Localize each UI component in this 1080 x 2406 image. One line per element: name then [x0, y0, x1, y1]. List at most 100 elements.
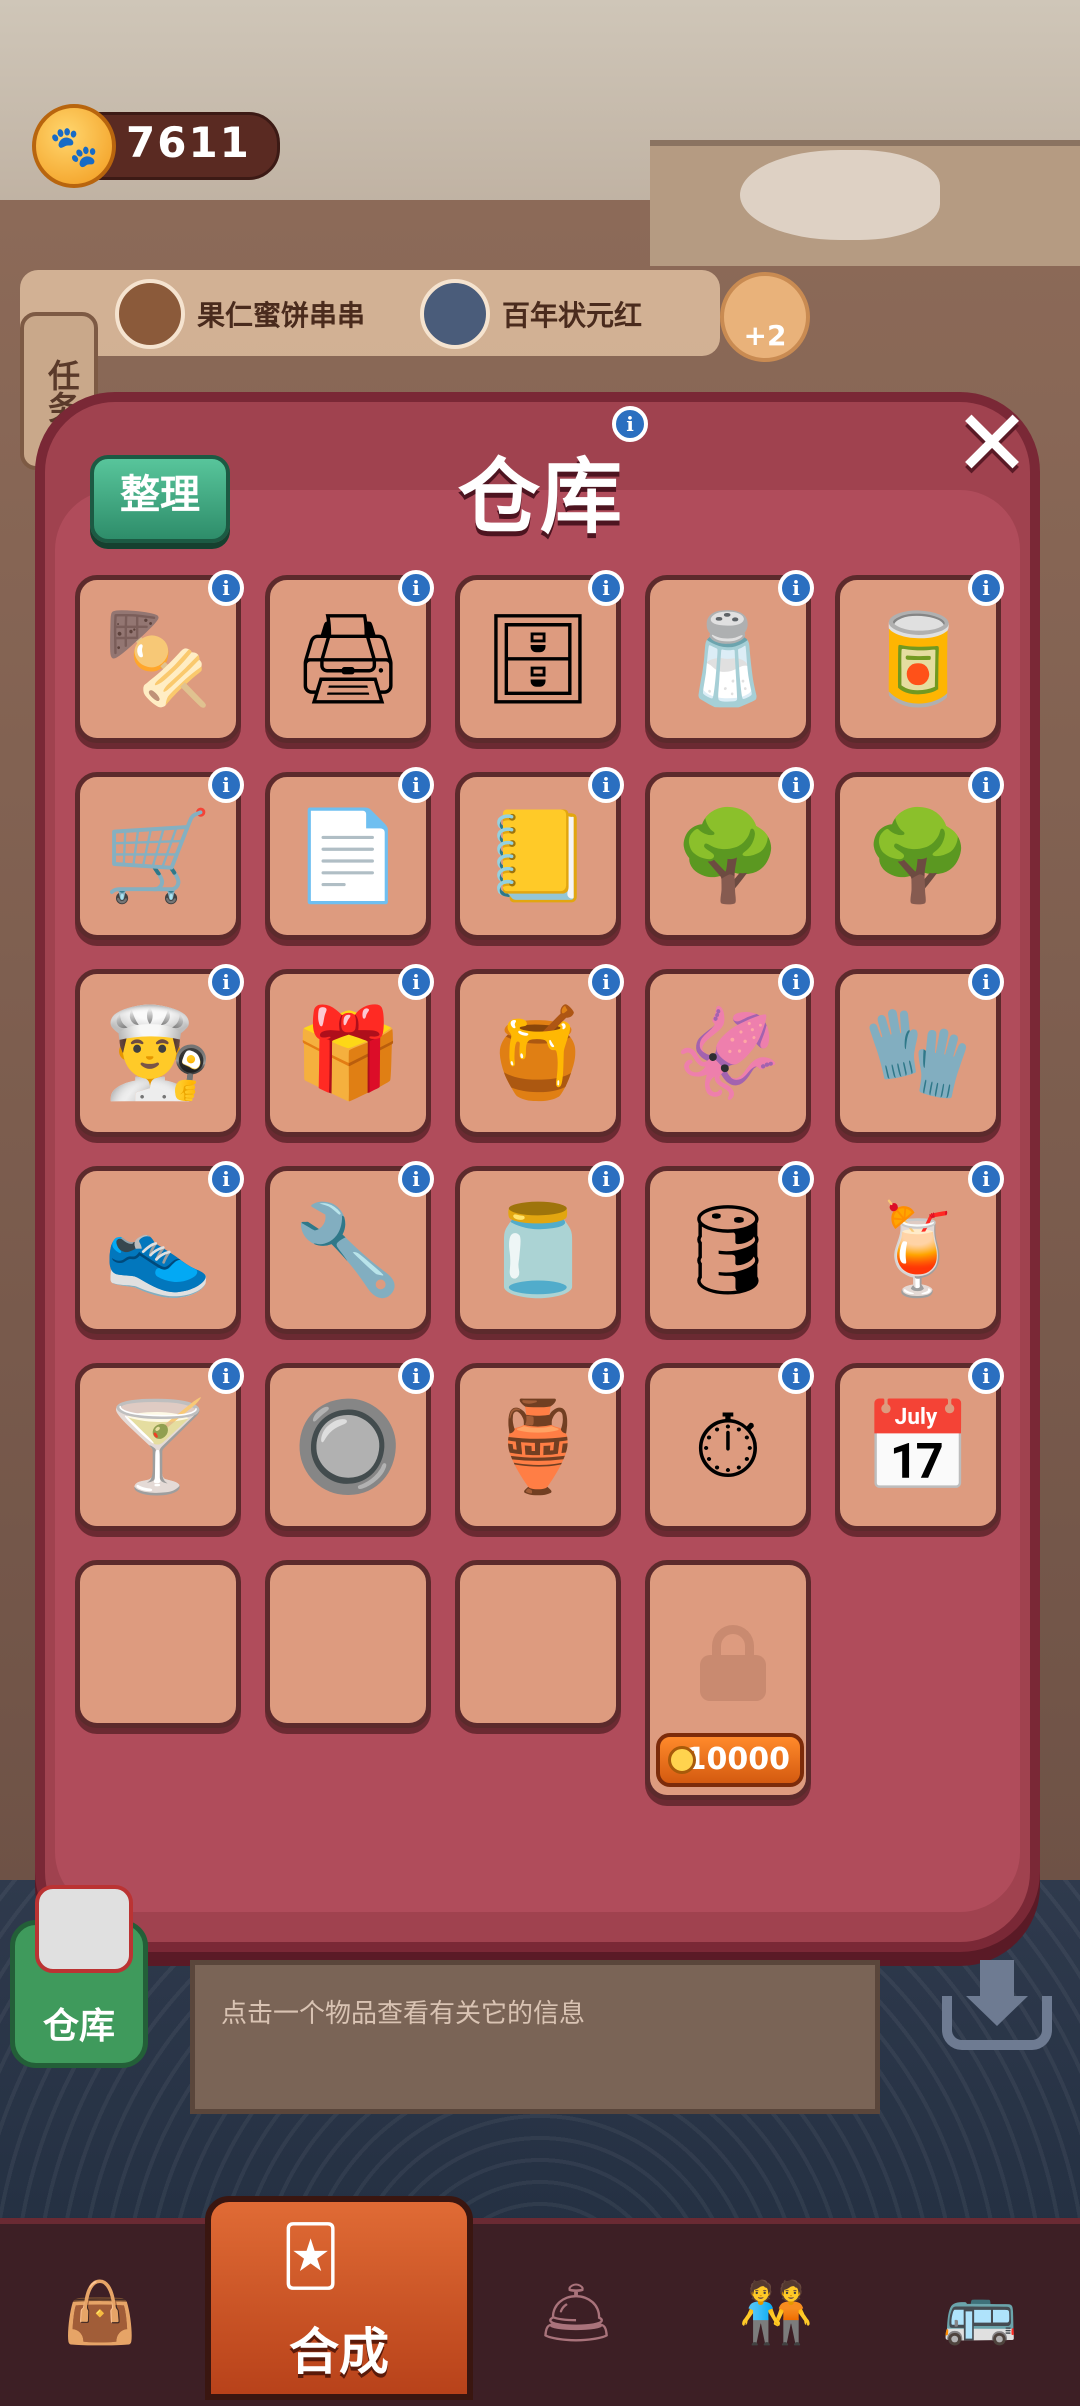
nav-service-bell[interactable]: 🛎	[476, 2232, 676, 2392]
inventory-slot[interactable]: 🖨 i	[265, 570, 434, 743]
inventory-slot[interactable]: 📅 i	[835, 1358, 1004, 1531]
empty-slot[interactable]	[265, 1560, 431, 1728]
inventory-slot[interactable]: ⏱ i	[645, 1358, 814, 1531]
inventory-slot[interactable]: 🏺 i	[455, 1358, 624, 1531]
inventory-slot[interactable]: 🍸 i	[75, 1358, 244, 1531]
inventory-slot[interactable]: 🧂 i	[645, 570, 814, 743]
info-icon[interactable]: i	[398, 1161, 434, 1197]
nav-bus[interactable]: 🚌	[880, 2232, 1080, 2392]
inventory-slot[interactable]: 🛒 i	[75, 767, 244, 940]
info-icon[interactable]: i	[778, 964, 814, 1000]
timer-clock-icon: ⏱	[693, 1394, 763, 1498]
nav-merge-label: 合成	[289, 2323, 389, 2381]
info-icon[interactable]: i	[208, 570, 244, 606]
hand-truck-icon: 🛒	[103, 804, 213, 907]
download-icon[interactable]	[942, 1960, 1052, 2050]
inventory-slot[interactable]: 📄 i	[265, 767, 434, 940]
shoe-covers-icon: 👟	[103, 1198, 213, 1301]
info-icon[interactable]: i	[778, 570, 814, 606]
info-icon[interactable]: i	[588, 570, 624, 606]
nav-staff[interactable]: 🧑‍🤝‍🧑	[676, 2232, 876, 2392]
warehouse-side-label: 仓库	[42, 2006, 115, 2047]
reward-badge[interactable]: +2	[720, 272, 810, 362]
info-icon[interactable]: i	[968, 570, 1004, 606]
inventory-slot[interactable]: 👟 i	[75, 1161, 244, 1334]
info-icon[interactable]: i	[398, 570, 434, 606]
empty-slot[interactable]	[75, 1560, 241, 1728]
customer-avatar	[420, 279, 490, 349]
paw-coin-icon: 🐾	[32, 104, 116, 188]
modal-title: 仓库	[457, 450, 622, 545]
inventory-slot[interactable]: 🔘 i	[265, 1358, 434, 1531]
coin-icon	[668, 1746, 696, 1774]
info-icon[interactable]: i	[612, 406, 648, 442]
nav-bag[interactable]: 👜	[0, 2232, 200, 2392]
power-drill-icon: 🔧	[293, 1198, 403, 1301]
info-icon[interactable]: i	[588, 964, 624, 1000]
order-item[interactable]: 果仁蜜饼串串	[115, 279, 365, 349]
info-icon[interactable]: i	[208, 964, 244, 1000]
spice-shelf-icon: 🧂	[673, 607, 783, 710]
bus-icon: 🚌	[942, 2277, 1018, 2348]
small-tree-2-icon: 🌳	[863, 804, 973, 907]
inventory-slot[interactable]: 📒 i	[455, 767, 624, 940]
lock-body	[700, 1655, 766, 1701]
info-icon[interactable]: i	[398, 964, 434, 1000]
sunset-cocktail-icon: 🍹	[863, 1198, 973, 1301]
inventory-slot[interactable]: 🛢 i	[645, 1161, 814, 1334]
nav-merge-tab[interactable]: 🃏 合成	[205, 2196, 473, 2400]
info-icon[interactable]: i	[398, 767, 434, 803]
unlock-price-button[interactable]: 10000	[656, 1733, 804, 1787]
info-icon[interactable]: i	[778, 1358, 814, 1394]
chef-hat-icon: 👨‍🍳	[103, 1001, 213, 1104]
inventory-slot[interactable]: 🫙 i	[455, 1161, 624, 1334]
warehouse-side-button[interactable]: 仓库	[10, 1885, 148, 2068]
info-hint-text: 点击一个物品查看有关它的信息	[221, 1999, 586, 2029]
locked-slot[interactable]: 10000	[645, 1560, 811, 1800]
info-icon[interactable]: i	[968, 1358, 1004, 1394]
order-label: 百年状元红	[502, 299, 643, 332]
copper-stopper-icon: 🏺	[483, 1395, 593, 1498]
bag-icon: 👜	[62, 2277, 138, 2348]
inventory-slot[interactable]: 🌳 i	[645, 767, 814, 940]
info-icon[interactable]: i	[778, 1161, 814, 1197]
info-icon[interactable]: i	[588, 1358, 624, 1394]
sort-button[interactable]: 整理	[90, 455, 230, 543]
empty-slot[interactable]	[455, 1560, 621, 1728]
close-button[interactable]: ✕	[946, 398, 1038, 490]
bear-notebook-icon: 📒	[483, 804, 593, 907]
info-icon[interactable]: i	[588, 1161, 624, 1197]
wine-barrel-icon: 🛢	[672, 1198, 784, 1301]
jar-rack-icon: 🥫	[863, 607, 973, 710]
item-info-panel: 点击一个物品查看有关它的信息	[190, 1960, 880, 2114]
inventory-slot[interactable]: 🦑 i	[645, 964, 814, 1137]
sauce-jar-icon: 🍯	[483, 1001, 593, 1104]
info-icon[interactable]: i	[208, 1358, 244, 1394]
inventory-slot[interactable]: 🔧 i	[265, 1161, 434, 1334]
inventory-slot[interactable]: 🥫 i	[835, 570, 1004, 743]
info-icon[interactable]: i	[968, 767, 1004, 803]
silver-stopper-icon: 🔘	[293, 1395, 403, 1498]
info-icon[interactable]: i	[968, 1161, 1004, 1197]
info-icon[interactable]: i	[208, 1161, 244, 1197]
inventory-slot[interactable]: 🌳 i	[835, 767, 1004, 940]
inventory-slot[interactable]: 🍢 i	[75, 570, 244, 743]
info-icon[interactable]: i	[588, 767, 624, 803]
baking-cabinet-icon: 🗄	[482, 607, 594, 710]
inventory-slot[interactable]: 🍹 i	[835, 1161, 1004, 1334]
info-icon[interactable]: i	[778, 767, 814, 803]
gift-bundle-icon: 🎁	[293, 1001, 403, 1104]
info-icon[interactable]: i	[208, 767, 244, 803]
info-icon[interactable]: i	[398, 1358, 434, 1394]
inventory-slot[interactable]: 🍯 i	[455, 964, 624, 1137]
merge-icon: 🃏	[281, 2222, 341, 2290]
inventory-slot[interactable]: 🎁 i	[265, 964, 434, 1137]
fish-sign-icon	[740, 150, 940, 240]
inventory-slot[interactable]: 👨‍🍳 i	[75, 964, 244, 1137]
dried-squid-icon: 🦑	[673, 1001, 783, 1104]
inventory-slot[interactable]: 🗄 i	[455, 570, 624, 743]
info-icon[interactable]: i	[968, 964, 1004, 1000]
service-bell-icon: 🛎	[537, 2277, 615, 2348]
inventory-slot[interactable]: 🧤 i	[835, 964, 1004, 1137]
order-item[interactable]: 百年状元红	[420, 279, 643, 349]
